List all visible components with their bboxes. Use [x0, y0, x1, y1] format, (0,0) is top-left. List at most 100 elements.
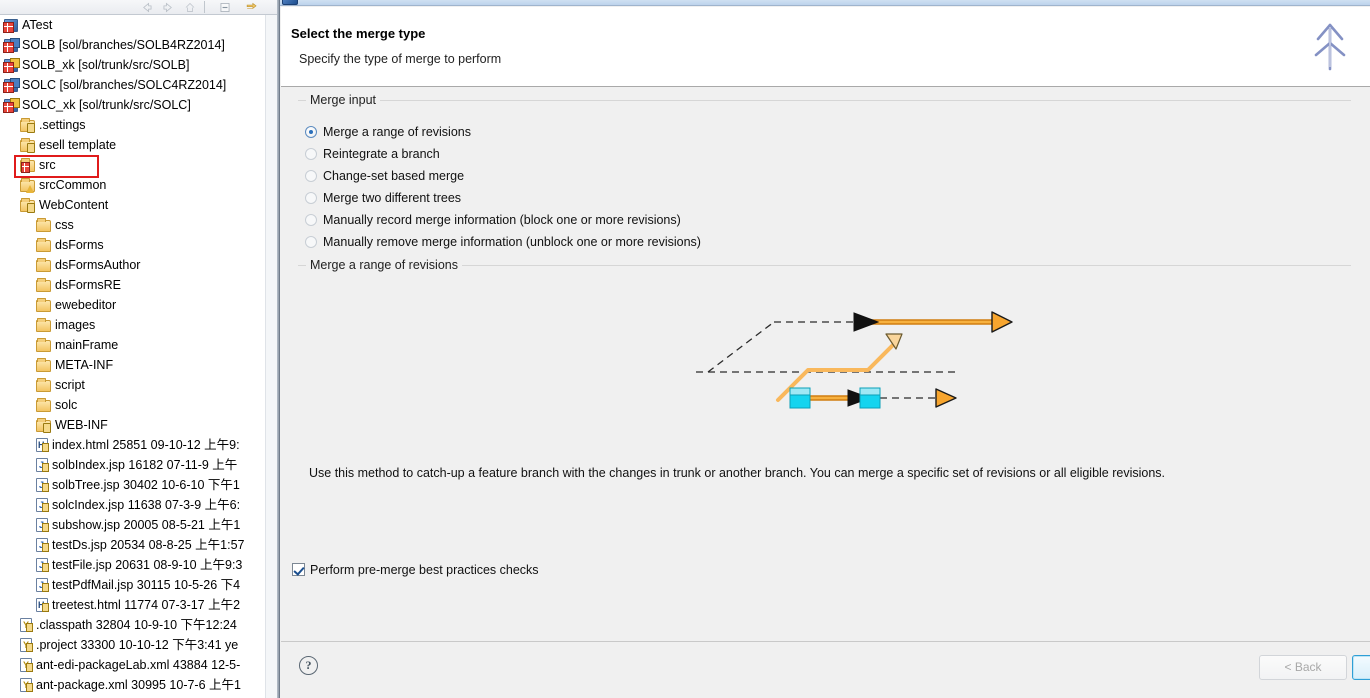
- tree-item-meta-inf[interactable]: META-INF: [0, 355, 279, 375]
- package-explorer-pane: ATest SOLB [sol/branches/SOLB4RZ2014] SOLB…: [0, 0, 279, 698]
- tree-item-treetest.html[interactable]: treetest.html 11774 07-3-17 上午2: [0, 595, 279, 615]
- jsp-file-icon: [36, 478, 49, 492]
- wizard-content: Merge input Merge a range of revisions R…: [281, 88, 1370, 640]
- tree-item-srccommon[interactable]: srcCommon: [0, 175, 279, 195]
- jsp-file-icon: [36, 458, 49, 472]
- radio-indicator[interactable]: [305, 214, 317, 226]
- tree-item-label: ATest: [22, 18, 53, 32]
- tree-item-.classpath[interactable]: .classpath 32804 10-9-10 下午12:24: [0, 615, 279, 635]
- dialog-titlebar[interactable]: [280, 0, 1370, 6]
- tree-item-label: WEB-INF: [55, 418, 108, 432]
- svn-project-icon: [3, 98, 20, 113]
- back-arrow-icon[interactable]: [140, 1, 154, 14]
- html-file-icon: [36, 598, 49, 612]
- tree-item-dsformsauthor[interactable]: dsFormsAuthor: [0, 255, 279, 275]
- tree-item-mainframe[interactable]: mainFrame: [0, 335, 279, 355]
- tree-item-testpdfmail.jsp[interactable]: testPdfMail.jsp 30115 10-5-26 下4: [0, 575, 279, 595]
- svn-project-icon: [3, 19, 18, 33]
- xml-file-icon: [20, 618, 33, 632]
- tree-item-label: testFile.jsp 20631 08-9-10 上午9:3: [52, 558, 243, 572]
- tree-item-label: dsFormsRE: [55, 278, 121, 292]
- merge-arrow-icon: [1296, 13, 1364, 81]
- tree-item-.settings[interactable]: .settings: [0, 115, 279, 135]
- tree-item-label: SOLC [sol/branches/SOLC4RZ2014]: [22, 78, 227, 92]
- tree-item-label: images: [55, 318, 96, 332]
- tree-item-atest[interactable]: ATest: [0, 15, 279, 35]
- tree-item-label: script: [55, 378, 85, 392]
- jsp-file-icon: [36, 558, 49, 572]
- radio-label: Manually remove merge information (unblo…: [323, 235, 701, 249]
- tree-item-.project[interactable]: .project 33300 10-10-12 下午3:41 ye: [0, 635, 279, 655]
- tree-item-solb_xk[interactable]: SOLB_xk [sol/trunk/src/SOLB]: [0, 55, 279, 75]
- precheck-checkbox-row[interactable]: Perform pre-merge best practices checks: [292, 560, 539, 580]
- tree-item-solbindex.jsp[interactable]: solbIndex.jsp 16182 07-11-9 上午: [0, 455, 279, 475]
- tree-item-label: dsForms: [55, 238, 104, 252]
- radio-reintegrate-branch[interactable]: Reintegrate a branch: [305, 143, 440, 165]
- tree-item-ant-edi-packagelab.xml[interactable]: ant-edi-packageLab.xml 43884 12-5-: [0, 655, 279, 675]
- collapse-all-icon[interactable]: [218, 1, 232, 14]
- tree-item-solc[interactable]: SOLC [sol/branches/SOLC4RZ2014]: [0, 75, 279, 95]
- back-button[interactable]: < Back: [1259, 655, 1347, 680]
- radio-merge-range-of-revisions[interactable]: Merge a range of revisions: [305, 121, 471, 143]
- precheck-checkbox[interactable]: [292, 563, 305, 576]
- tree-item-solcindex.jsp[interactable]: solcIndex.jsp 11638 07-3-9 上午6:: [0, 495, 279, 515]
- radio-merge-two-different-trees[interactable]: Merge two different trees: [305, 187, 461, 209]
- tree-item-label: .settings: [39, 118, 86, 132]
- radio-indicator[interactable]: [305, 170, 317, 182]
- tree-item-solbtree.jsp[interactable]: solbTree.jsp 30402 10-6-10 下午1: [0, 475, 279, 495]
- tree-item-label: subshow.jsp 20005 08-5-21 上午1: [52, 518, 241, 532]
- help-icon[interactable]: ?: [299, 656, 318, 675]
- tree-item-ewebeditor[interactable]: ewebeditor: [0, 295, 279, 315]
- radio-indicator[interactable]: [305, 192, 317, 204]
- tree-item-label: dsFormsAuthor: [55, 258, 141, 272]
- tree-item-esell[interactable]: esell template: [0, 135, 279, 155]
- radio-indicator[interactable]: [305, 148, 317, 160]
- tree-item-dsformsre[interactable]: dsFormsRE: [0, 275, 279, 295]
- tree-item-solb[interactable]: SOLB [sol/branches/SOLB4RZ2014]: [0, 35, 279, 55]
- tree-item-label: solbTree.jsp 30402 10-6-10 下午1: [52, 478, 240, 492]
- dialog-window-icon: [282, 0, 298, 5]
- tree-item-src[interactable]: src: [0, 155, 279, 175]
- folder-icon: [20, 178, 35, 193]
- radio-label: Reintegrate a branch: [323, 147, 440, 161]
- tree-item-testds.jsp[interactable]: testDs.jsp 20534 08-8-25 上午1:57: [0, 535, 279, 555]
- wizard-header: Select the merge type Specify the type o…: [281, 7, 1370, 87]
- folder-icon: [20, 158, 35, 173]
- folder-icon: [36, 398, 51, 412]
- tree-item-ant-package.xml[interactable]: ant-package.xml 30995 10-7-6 上午1: [0, 675, 279, 695]
- merge-range-group: Merge a range of revisions Use this meth…: [298, 258, 1351, 548]
- folder-icon: [36, 318, 51, 332]
- forward-arrow-icon[interactable]: [161, 1, 175, 14]
- tree-item-css[interactable]: css: [0, 215, 279, 235]
- tree-item-label: esell template: [39, 138, 117, 152]
- tree-item-solc_xk[interactable]: SOLC_xk [sol/trunk/src/SOLC]: [0, 95, 279, 115]
- folder-icon: [36, 218, 51, 232]
- jsp-file-icon: [36, 498, 49, 512]
- tree-item-index.html[interactable]: index.html 25851 09-10-12 上午9:: [0, 435, 279, 455]
- tree-item-images[interactable]: images: [0, 315, 279, 335]
- tree-item-web-inf[interactable]: WEB-INF: [0, 415, 279, 435]
- link-with-editor-icon[interactable]: [245, 1, 259, 14]
- radio-indicator[interactable]: [305, 126, 317, 138]
- tree-item-label: srcCommon: [39, 178, 107, 192]
- tree-item-label: solc: [55, 398, 78, 412]
- radio-change-set-based-merge[interactable]: Change-set based merge: [305, 165, 464, 187]
- explorer-vertical-scrollbar[interactable]: [265, 15, 277, 698]
- tree-item-subshow.jsp[interactable]: subshow.jsp 20005 08-5-21 上午1: [0, 515, 279, 535]
- tree-item-label: mainFrame: [55, 338, 119, 352]
- home-icon[interactable]: [183, 1, 197, 14]
- next-button[interactable]: Next >: [1352, 655, 1370, 680]
- tree-item-webcontent[interactable]: WebContent: [0, 195, 279, 215]
- jsp-file-icon: [36, 538, 49, 552]
- radio-indicator[interactable]: [305, 236, 317, 248]
- tree-item-testfile.jsp[interactable]: testFile.jsp 20631 08-9-10 上午9:3: [0, 555, 279, 575]
- tree-item-solc[interactable]: solc: [0, 395, 279, 415]
- xml-file-icon: [20, 658, 33, 672]
- tree-item-label: ant-edi-packageLab.xml 43884 12-5-: [36, 658, 241, 672]
- tree-item-script[interactable]: script: [0, 375, 279, 395]
- radio-manually-remove-merge-info[interactable]: Manually remove merge information (unblo…: [305, 231, 701, 253]
- project-tree[interactable]: ATest SOLB [sol/branches/SOLB4RZ2014] SOLB…: [0, 15, 279, 698]
- tree-item-dsforms[interactable]: dsForms: [0, 235, 279, 255]
- folder-icon: [36, 418, 51, 433]
- radio-manually-record-merge-info[interactable]: Manually record merge information (block…: [305, 209, 681, 231]
